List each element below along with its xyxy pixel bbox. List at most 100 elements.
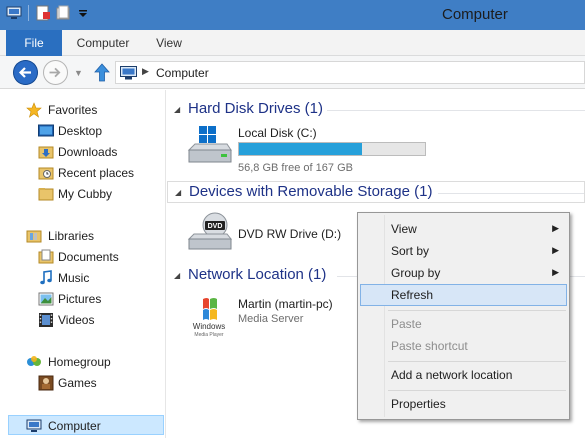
network-device-name: Martin (martin-pc) xyxy=(238,297,333,311)
window-title: Computer xyxy=(442,6,508,23)
nav-homegroup-label: Homegroup xyxy=(48,355,111,369)
group-header-hard-disk-drives[interactable]: ◢ Hard Disk Drives (1) xyxy=(167,99,585,121)
documents-icon xyxy=(38,249,54,264)
computer-icon[interactable] xyxy=(6,5,22,21)
menu-item-label: Group by xyxy=(391,266,441,280)
menu-item-paste-shortcut[interactable]: Paste shortcut xyxy=(360,335,567,357)
breadcrumb-computer[interactable]: Computer xyxy=(156,66,209,80)
nav-item-recent-places[interactable]: Recent places xyxy=(0,163,166,183)
back-button[interactable] xyxy=(13,60,38,85)
breadcrumb-separator[interactable]: ▶ xyxy=(142,66,149,77)
menu-item-sort-by[interactable]: Sort by ▶ xyxy=(360,240,567,262)
homegroup-icon xyxy=(27,356,41,366)
nav-item-desktop[interactable]: Desktop xyxy=(0,121,166,141)
computer-icon xyxy=(120,66,137,80)
menu-separator xyxy=(388,390,566,391)
context-menu: View ▶ Sort by ▶ Group by ▶ Refresh Past… xyxy=(357,212,570,420)
tab-view[interactable]: View xyxy=(146,30,192,56)
recent-locations-dropdown[interactable]: ▼ xyxy=(74,68,83,78)
menu-item-label: Refresh xyxy=(391,288,434,302)
collapse-chevron-icon[interactable]: ◢ xyxy=(174,105,180,114)
drive-free-space: 56,8 GB free of 167 GB xyxy=(238,162,353,174)
nav-item-videos[interactable]: Videos xyxy=(0,310,166,330)
navigation-bar: ▼ ▶ Computer xyxy=(0,56,585,89)
nav-libraries[interactable]: Libraries xyxy=(0,226,166,246)
nav-item-music-label: Music xyxy=(58,271,90,285)
folder-icon xyxy=(38,188,54,201)
group-header-removable-storage[interactable]: ◢ Devices with Removable Storage (1) xyxy=(167,181,585,203)
nav-item-pictures[interactable]: Pictures xyxy=(0,289,166,309)
nav-item-downloads-label: Downloads xyxy=(58,145,118,159)
group-divider xyxy=(327,110,585,111)
ribbon-tabs: File Computer View xyxy=(0,30,585,56)
nav-item-videos-label: Videos xyxy=(58,313,95,327)
menu-item-add-network-location[interactable]: Add a network location xyxy=(360,364,567,386)
quick-access-toolbar xyxy=(6,5,91,21)
nav-item-my-cubby-label: My Cubby xyxy=(58,187,113,201)
drive-usage-bar xyxy=(238,142,426,156)
up-arrow-icon[interactable] xyxy=(94,63,110,82)
nav-computer[interactable]: Computer xyxy=(8,415,164,435)
menu-item-refresh[interactable]: Refresh xyxy=(360,284,567,306)
group-title: Devices with Removable Storage (1) xyxy=(189,183,433,200)
drive-name: Local Disk (C:) xyxy=(238,126,317,140)
nav-item-games-label: Games xyxy=(58,376,97,390)
menu-item-view[interactable]: View ▶ xyxy=(360,218,567,240)
computer-icon xyxy=(26,419,42,432)
menu-item-paste[interactable]: Paste xyxy=(360,313,567,335)
nav-item-my-cubby[interactable]: My Cubby xyxy=(0,184,166,204)
menu-item-group-by[interactable]: Group by ▶ xyxy=(360,262,567,284)
libraries-icon xyxy=(26,230,42,243)
collapse-chevron-icon[interactable]: ◢ xyxy=(175,188,181,197)
menu-item-label: Paste shortcut xyxy=(391,339,468,353)
star-icon xyxy=(26,102,42,118)
submenu-arrow-icon: ▶ xyxy=(552,267,559,277)
network-device-type: Media Server xyxy=(238,313,304,325)
customize-dropdown-icon[interactable] xyxy=(75,5,91,21)
menu-separator xyxy=(388,310,566,311)
menu-separator xyxy=(388,361,566,362)
nav-item-documents[interactable]: Documents xyxy=(0,247,166,267)
menu-item-properties[interactable]: Properties xyxy=(360,393,567,415)
collapse-chevron-icon[interactable]: ◢ xyxy=(174,271,180,280)
drive-name: DVD RW Drive (D:) xyxy=(238,227,342,241)
nav-libraries-label: Libraries xyxy=(48,229,95,243)
menu-item-label: Sort by xyxy=(391,244,430,258)
videos-film-icon xyxy=(39,313,53,327)
nav-homegroup[interactable]: Homegroup xyxy=(0,352,166,372)
svg-text:DVD: DVD xyxy=(208,223,223,230)
downloads-folder-icon xyxy=(38,146,54,159)
menu-item-label: Properties xyxy=(391,397,446,411)
group-divider xyxy=(438,193,584,194)
new-folder-icon[interactable] xyxy=(55,5,71,21)
tab-file[interactable]: File xyxy=(6,30,62,56)
properties-icon[interactable] xyxy=(35,5,51,21)
forward-button[interactable] xyxy=(43,60,68,85)
nav-favorites[interactable]: Favorites xyxy=(0,100,166,120)
windows-media-player-icon: Windows Media Player xyxy=(193,298,225,338)
group-title: Hard Disk Drives (1) xyxy=(188,100,324,117)
menu-item-label: View xyxy=(391,222,417,236)
nav-item-downloads[interactable]: Downloads xyxy=(0,142,166,162)
nav-computer-label: Computer xyxy=(48,419,101,433)
nav-item-games[interactable]: Games xyxy=(0,373,166,393)
desktop-icon xyxy=(38,124,54,137)
toolbar-separator xyxy=(28,5,29,21)
nav-item-desktop-label: Desktop xyxy=(58,124,103,138)
hard-drive-icon xyxy=(187,126,232,163)
nav-item-music[interactable]: Music xyxy=(0,268,166,288)
music-note-icon xyxy=(40,270,52,285)
dvd-drive-icon: DVD xyxy=(187,212,233,250)
svg-text:Media Player: Media Player xyxy=(194,332,224,338)
menu-item-label: Add a network location xyxy=(391,368,513,382)
recent-places-icon xyxy=(38,167,54,180)
address-bar[interactable]: ▶ Computer xyxy=(115,61,585,84)
navigation-pane: Favorites Desktop Downloads Recent place… xyxy=(0,90,166,438)
title-bar: Computer xyxy=(0,0,585,30)
nav-item-documents-label: Documents xyxy=(58,250,119,264)
tab-computer[interactable]: Computer xyxy=(66,30,140,56)
submenu-arrow-icon: ▶ xyxy=(552,223,559,233)
drive-item-local-disk-c[interactable]: Local Disk (C:) 56,8 GB free of 167 GB xyxy=(181,124,451,174)
nav-item-pictures-label: Pictures xyxy=(58,292,102,306)
drive-usage-fill xyxy=(239,143,362,155)
